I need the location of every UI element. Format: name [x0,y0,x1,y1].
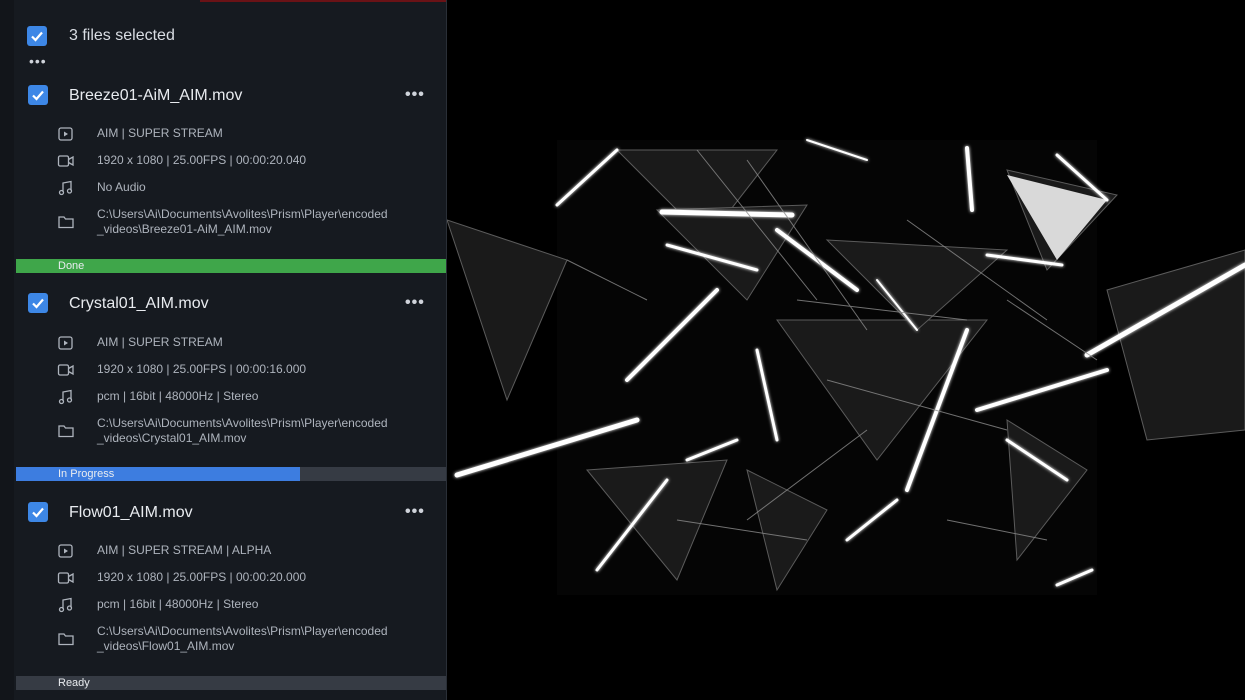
format-text: AIM | SUPER STREAM [97,335,223,349]
path-text: C:\Users\Ai\Documents\Avolites\Prism\Pla… [97,207,388,236]
audio-icon [57,597,75,613]
file-more-button[interactable]: ••• [405,86,425,104]
path-text: C:\Users\Ai\Documents\Avolites\Prism\Pla… [97,624,388,653]
top-accent-line [200,0,446,2]
audio-icon [57,180,75,196]
status-bar: Ready [16,676,446,690]
folder-icon [57,214,75,230]
format-text: AIM | SUPER STREAM [97,126,223,140]
status-label: In Progress [58,468,115,480]
audio-text: pcm | 16bit | 48000Hz | Stereo [97,389,259,403]
path-row: C:\Users\Ai\Documents\Avolites\Prism\Pla… [57,416,437,446]
check-icon [32,298,44,309]
audio-row: pcm | 16bit | 48000Hz | Stereo [57,597,437,613]
file-more-button[interactable]: ••• [405,503,425,521]
video-text: 1920 x 1080 | 25.00FPS | 00:00:16.000 [97,362,307,376]
status-label: Ready [58,677,90,689]
file-checkbox[interactable] [28,85,48,105]
format-icon [57,335,75,351]
video-icon [57,362,75,378]
audio-text: pcm | 16bit | 48000Hz | Stereo [97,597,259,611]
path-text: C:\Users\Ai\Documents\Avolites\Prism\Pla… [97,416,388,445]
video-row: 1920 x 1080 | 25.00FPS | 00:00:20.000 [57,570,437,586]
status-bar: In Progress [16,467,446,481]
selection-count-label: 3 files selected [69,27,175,44]
panel-edge [0,0,14,700]
check-icon [32,90,44,101]
folder-icon [57,423,75,439]
format-icon [57,543,75,559]
file-name: Flow01_AIM.mov [69,504,193,521]
video-icon [57,153,75,169]
video-row: 1920 x 1080 | 25.00FPS | 00:00:20.040 [57,153,437,169]
preview-frame [447,0,1245,700]
format-icon [57,126,75,142]
format-row: AIM | SUPER STREAM [57,126,437,142]
file-name: Crystal01_AIM.mov [69,295,209,312]
select-all-checkbox[interactable] [27,26,47,46]
file-checkbox[interactable] [28,293,48,313]
audio-icon [57,389,75,405]
file-checkbox[interactable] [28,502,48,522]
path-row: C:\Users\Ai\Documents\Avolites\Prism\Pla… [57,207,437,237]
file-more-button[interactable]: ••• [405,294,425,312]
status-bar: Done [16,259,446,273]
video-text: 1920 x 1080 | 25.00FPS | 00:00:20.040 [97,153,307,167]
header-more-button[interactable]: ••• [29,54,47,68]
format-text: AIM | SUPER STREAM | ALPHA [97,543,272,557]
video-text: 1920 x 1080 | 25.00FPS | 00:00:20.000 [97,570,307,584]
video-row: 1920 x 1080 | 25.00FPS | 00:00:16.000 [57,362,437,378]
audio-row: No Audio [57,180,437,196]
folder-icon [57,631,75,647]
audio-text: No Audio [97,180,146,194]
format-row: AIM | SUPER STREAM [57,335,437,351]
video-preview[interactable] [447,0,1245,700]
audio-row: pcm | 16bit | 48000Hz | Stereo [57,389,437,405]
format-row: AIM | SUPER STREAM | ALPHA [57,543,437,559]
file-list-panel: 3 files selected ••• Breeze01-AiM_AIM.mo… [0,0,447,700]
file-name: Breeze01-AiM_AIM.mov [69,87,243,104]
path-row: C:\Users\Ai\Documents\Avolites\Prism\Pla… [57,624,437,654]
status-label: Done [58,260,85,272]
video-icon [57,570,75,586]
check-icon [31,31,43,42]
check-icon [32,507,44,518]
